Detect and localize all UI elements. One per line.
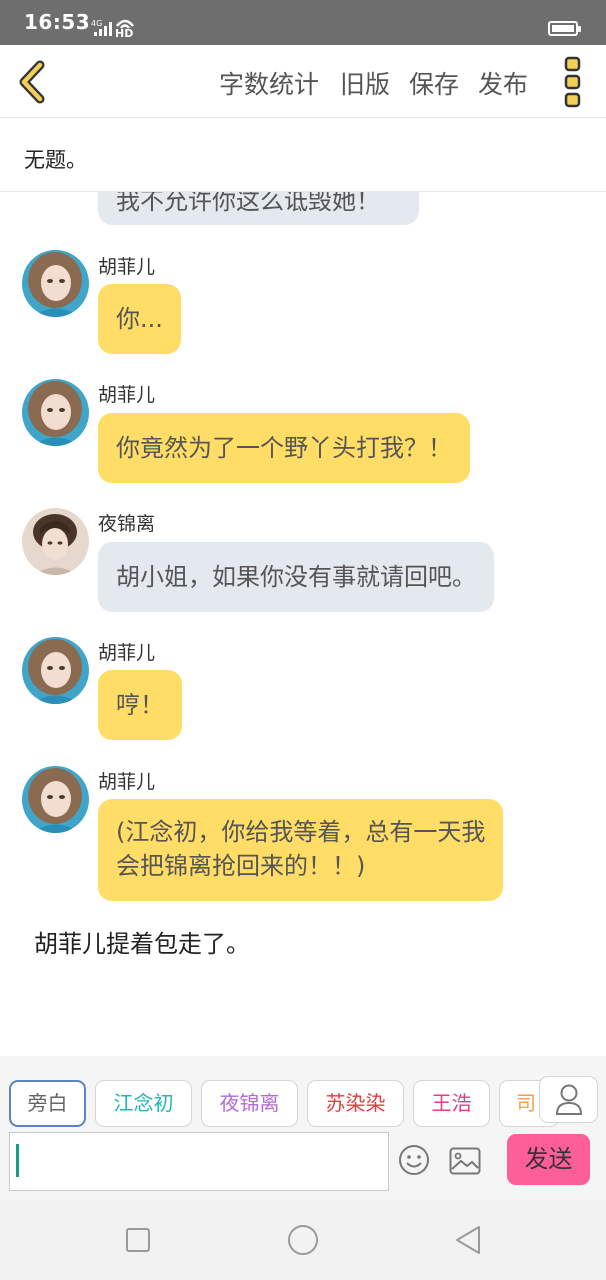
chat-area[interactable]: 我不允许你这么诋毁她！ 胡菲儿 你... 胡菲儿 你竟然为了一个野丫头打我？！ (0, 192, 606, 1056)
sender-name: 胡菲儿 (98, 771, 156, 793)
home-button[interactable] (285, 1222, 321, 1258)
avatar-hufeier[interactable] (22, 637, 89, 704)
narration-text[interactable]: 胡菲儿提着包走了。 (34, 924, 250, 959)
status-time: 16:53 (24, 10, 91, 34)
role-chip-suranran[interactable]: 苏染染 (307, 1080, 404, 1127)
message-bubble[interactable]: 你... (98, 284, 181, 354)
publish-button[interactable]: 发布 (478, 65, 528, 101)
message-text-line: 会把锦离抢回来的！！) (116, 852, 366, 880)
old-version-button[interactable]: 旧版 (340, 65, 390, 101)
text-cursor (16, 1144, 19, 1177)
sender-name: 夜锦离 (98, 513, 156, 535)
role-chip-jiangnianchu[interactable]: 江念初 (95, 1080, 192, 1127)
message-text: 你竟然为了一个野丫头打我？！ (116, 434, 452, 462)
message-text: 我不允许你这么诋毁她！ (116, 192, 380, 215)
person-icon (555, 1084, 583, 1115)
story-title-bar[interactable]: 无题。 (0, 119, 606, 192)
system-nav-bar (0, 1200, 606, 1280)
avatar-yejinli[interactable] (22, 508, 89, 575)
recents-button[interactable] (120, 1222, 156, 1258)
manage-roles-button[interactable] (539, 1076, 598, 1123)
role-selector: 旁白 江念初 夜锦离 苏染染 王浩 司 (0, 1056, 606, 1130)
role-chip-narrator[interactable]: 旁白 (9, 1080, 86, 1127)
sender-name: 胡菲儿 (98, 384, 156, 406)
emoji-button[interactable] (398, 1144, 430, 1176)
triangle-back-icon (456, 1226, 480, 1254)
message-text: 你... (116, 305, 163, 333)
back-button[interactable] (10, 55, 60, 109)
message-bubble[interactable]: (江念初，你给我等着，总有一天我 会把锦离抢回来的！！) (98, 799, 504, 901)
sender-name: 胡菲儿 (98, 642, 156, 664)
signal-icon (94, 22, 112, 36)
avatar-hufeier[interactable] (22, 250, 89, 317)
more-menu-button[interactable] (550, 53, 596, 111)
image-icon (449, 1147, 481, 1175)
back-nav-button[interactable] (451, 1222, 487, 1258)
save-button[interactable]: 保存 (409, 65, 459, 101)
message-bubble[interactable]: 哼！ (98, 670, 182, 740)
circle-icon (288, 1225, 318, 1255)
chevron-left-icon (19, 60, 45, 104)
message-text: 胡小姐，如果你没有事就请回吧。 (116, 563, 476, 591)
message-input[interactable] (9, 1132, 389, 1191)
message-bubble[interactable]: 你竟然为了一个野丫头打我？！ (98, 413, 470, 483)
top-toolbar: 字数统计 旧版 保存 发布 (0, 45, 606, 118)
message-text-line: (江念初，你给我等着，总有一天我 (116, 818, 486, 846)
status-bar: 16:53 4G HD (0, 0, 606, 45)
message-bubble[interactable]: 我不允许你这么诋毁她！ (98, 192, 419, 225)
send-button[interactable]: 发送 (507, 1134, 590, 1185)
avatar-hufeier[interactable] (22, 379, 89, 446)
role-chip-wanghao[interactable]: 王浩 (413, 1080, 490, 1127)
message-text: 哼！ (116, 691, 164, 719)
compose-bar: 发送 (0, 1130, 606, 1200)
battery-icon (548, 21, 581, 36)
square-icon (126, 1228, 150, 1252)
role-chip-yejinli[interactable]: 夜锦离 (201, 1080, 298, 1127)
story-title: 无题。 (24, 148, 87, 172)
sender-name: 胡菲儿 (98, 256, 156, 278)
hd-badge: HD (115, 27, 134, 40)
smiley-icon (399, 1145, 429, 1175)
avatar-hufeier[interactable] (22, 766, 89, 833)
word-count-button[interactable]: 字数统计 (219, 65, 319, 101)
image-button[interactable] (449, 1147, 481, 1175)
more-vertical-icon (564, 56, 581, 108)
message-bubble[interactable]: 胡小姐，如果你没有事就请回吧。 (98, 542, 494, 612)
